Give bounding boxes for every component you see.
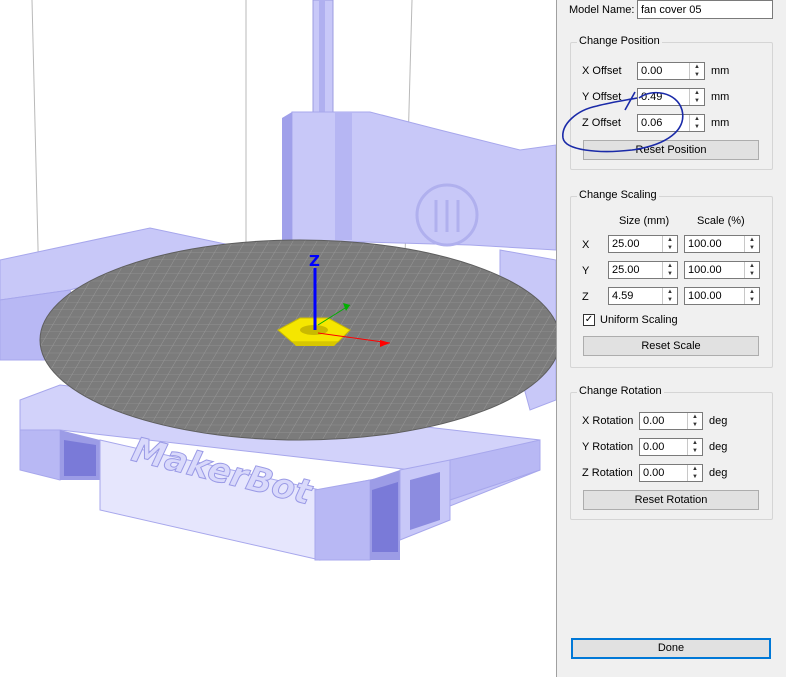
x-rotation-up-arrow-icon[interactable]: ▲ [688, 413, 702, 421]
z-rotation-label: Z Rotation [582, 467, 633, 479]
y-rotation-up-arrow-icon[interactable]: ▲ [688, 439, 702, 447]
size-z-spinbox[interactable]: ▲▼ [608, 287, 678, 305]
x-offset-input[interactable] [638, 63, 691, 79]
scale-x-up-arrow-icon[interactable]: ▲ [745, 236, 759, 244]
size-y-input[interactable] [609, 262, 664, 278]
scale-x-spinbox[interactable]: ▲▼ [684, 235, 760, 253]
y-rotation-spinbox[interactable]: ▲▼ [639, 438, 703, 456]
x-rotation-label: X Rotation [582, 415, 634, 427]
size-x-up-arrow-icon[interactable]: ▲ [663, 236, 677, 244]
scale-y-axis-label: Y [582, 265, 590, 277]
model-name-field[interactable] [637, 0, 773, 19]
uniform-scaling-label: Uniform Scaling [600, 314, 678, 326]
scene-graphic: MakerBot Z [0, 0, 556, 561]
scale-x-input[interactable] [685, 236, 746, 252]
base-foot-right [314, 479, 371, 561]
uniform-scaling-checkbox[interactable]: ✓ [583, 314, 595, 326]
3d-viewport[interactable]: MakerBot Z [0, 0, 556, 677]
z-axis-label: Z [309, 252, 320, 270]
x-offset-unit: mm [711, 65, 730, 77]
base-foot-left [19, 429, 61, 481]
position-group-title: Change Position [577, 35, 662, 47]
x-rotation-input[interactable] [640, 413, 689, 429]
z-rotation-spinbox[interactable]: ▲▼ [639, 464, 703, 482]
scale-z-axis-label: Z [582, 291, 589, 303]
scale-y-input[interactable] [685, 262, 746, 278]
model-name-input[interactable] [638, 1, 772, 18]
x-rotation-unit: deg [709, 415, 728, 427]
y-rotation-unit: deg [709, 441, 728, 453]
size-x-down-arrow-icon[interactable]: ▼ [663, 244, 677, 252]
scaling-group: Change Scaling Size (mm) Scale (%) X ▲▼ … [570, 189, 773, 368]
scale-y-spinbox[interactable]: ▲▼ [684, 261, 760, 279]
z-rotation-unit: deg [709, 467, 728, 479]
scale-z-input[interactable] [685, 288, 746, 304]
settings-panel: Model Name: Change Position X Offset ▲▼ … [556, 0, 786, 677]
size-x-spinbox[interactable]: ▲▼ [608, 235, 678, 253]
size-y-up-arrow-icon[interactable]: ▲ [663, 262, 677, 270]
z-offset-unit: mm [711, 117, 730, 129]
size-y-spinbox[interactable]: ▲▼ [608, 261, 678, 279]
x-offset-down-arrow-icon[interactable]: ▼ [690, 71, 704, 79]
size-x-input[interactable] [609, 236, 664, 252]
rotation-group-title: Change Rotation [577, 385, 664, 397]
reset-rotation-button[interactable]: Reset Rotation [583, 490, 759, 510]
x-offset-label: X Offset [582, 65, 622, 77]
x-rotation-down-arrow-icon[interactable]: ▼ [688, 421, 702, 429]
scale-z-up-arrow-icon[interactable]: ▲ [745, 288, 759, 296]
size-column-header: Size (mm) [619, 215, 670, 227]
scale-z-down-arrow-icon[interactable]: ▼ [745, 296, 759, 304]
y-offset-unit: mm [711, 91, 730, 103]
y-rotation-input[interactable] [640, 439, 689, 455]
scale-z-spinbox[interactable]: ▲▼ [684, 287, 760, 305]
scale-x-axis-label: X [582, 239, 590, 251]
z-rotation-up-arrow-icon[interactable]: ▲ [688, 465, 702, 473]
size-z-input[interactable] [609, 288, 664, 304]
printer-back-frame [291, 111, 556, 251]
scale-x-down-arrow-icon[interactable]: ▼ [745, 244, 759, 252]
model-name-label: Model Name: [569, 4, 635, 16]
annotation-circle [562, 91, 684, 153]
x-offset-spinbox[interactable]: ▲▼ [637, 62, 705, 80]
z-rotation-down-arrow-icon[interactable]: ▼ [688, 473, 702, 481]
y-rotation-down-arrow-icon[interactable]: ▼ [688, 447, 702, 455]
scale-y-up-arrow-icon[interactable]: ▲ [745, 262, 759, 270]
scale-y-down-arrow-icon[interactable]: ▼ [745, 270, 759, 278]
size-z-down-arrow-icon[interactable]: ▼ [663, 296, 677, 304]
done-button[interactable]: Done [571, 638, 771, 659]
x-offset-up-arrow-icon[interactable]: ▲ [690, 63, 704, 71]
reset-scale-button[interactable]: Reset Scale [583, 336, 759, 356]
scale-column-header: Scale (%) [697, 215, 745, 227]
y-rotation-label: Y Rotation [582, 441, 634, 453]
size-y-down-arrow-icon[interactable]: ▼ [663, 270, 677, 278]
scaling-group-title: Change Scaling [577, 189, 659, 201]
checkmark-icon: ✓ [584, 314, 594, 325]
size-z-up-arrow-icon[interactable]: ▲ [663, 288, 677, 296]
rotation-group: Change Rotation X Rotation ▲▼ deg Y Rota… [570, 385, 773, 520]
x-rotation-spinbox[interactable]: ▲▼ [639, 412, 703, 430]
z-rotation-input[interactable] [640, 465, 689, 481]
